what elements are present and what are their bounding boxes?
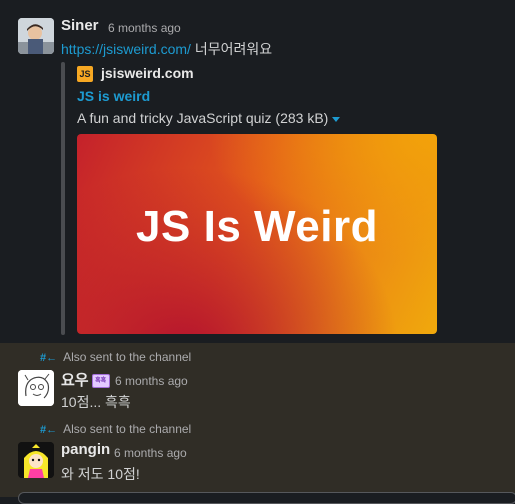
unfurl-description-text: A fun and tricky JavaScript quiz (283 kB… — [77, 110, 329, 126]
unfurl-attachment-bar — [61, 62, 65, 335]
avatar-siner[interactable] — [18, 18, 54, 54]
also-sent-notice: #← Also sent to the channel — [40, 422, 191, 436]
user-photo-icon — [18, 18, 54, 54]
also-sent-label: Also sent to the channel — [63, 422, 192, 436]
sketch-avatar-icon — [18, 370, 54, 406]
avatar-pangin[interactable] — [18, 442, 54, 478]
message-timestamp[interactable]: 6 months ago — [114, 446, 187, 460]
message-link[interactable]: https://jsisweird.com/ — [61, 41, 191, 57]
also-sent-label: Also sent to the channel — [63, 350, 192, 364]
message-composer[interactable] — [18, 492, 515, 504]
message-siner: Siner 6 months ago https://jsisweird.com… — [0, 0, 515, 343]
preview-image-text: JS Is Weird — [136, 202, 378, 251]
sender-name-text: 요우 — [61, 372, 89, 389]
unfurl-site-name: jsisweird.com — [101, 65, 194, 81]
sender-name[interactable]: Siner — [61, 17, 99, 34]
unfurl-title-link[interactable]: JS is weird — [77, 88, 150, 104]
channel-arrow-icon: #← — [40, 424, 58, 436]
message-text: 10점... 흑흑 — [61, 394, 131, 410]
message-text: 너무어려워요 — [194, 41, 273, 57]
thread-reply-you: #← Also sent to the channel 요우 흑흑 6 months… — [0, 343, 515, 415]
site-favicon-icon: JS — [77, 66, 93, 82]
collapse-caret-icon[interactable] — [332, 116, 341, 122]
channel-arrow-icon: #← — [40, 352, 58, 364]
message-text: 와 저도 10점! — [61, 466, 140, 482]
cartoon-avatar-icon — [18, 442, 54, 478]
sender-name[interactable]: 요우 흑흑 — [61, 369, 114, 390]
unfurl-description: A fun and tricky JavaScript quiz (283 kB… — [77, 110, 341, 126]
avatar-you[interactable] — [18, 370, 54, 406]
message-body: https://jsisweird.com/ 너무어려워요 — [61, 39, 272, 59]
unfurl-preview-image[interactable]: JS Is Weird — [77, 134, 437, 334]
sender-name[interactable]: pangin — [61, 441, 110, 458]
message-timestamp[interactable]: 6 months ago — [108, 21, 181, 35]
custom-emoji-icon: 흑흑 — [91, 374, 110, 389]
message-timestamp[interactable]: 6 months ago — [115, 374, 188, 388]
thread-reply-pangin: #← Also sent to the channel pangin 6 mont… — [0, 415, 515, 497]
also-sent-notice: #← Also sent to the channel — [40, 350, 191, 364]
